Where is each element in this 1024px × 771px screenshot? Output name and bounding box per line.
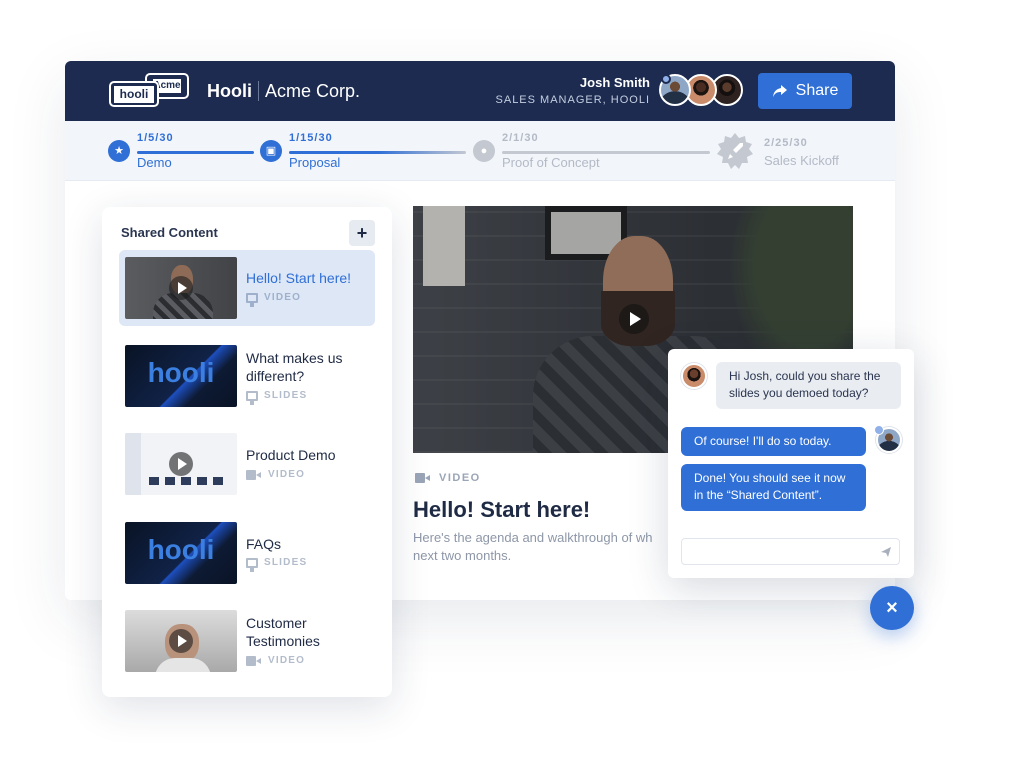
rocket-icon	[717, 133, 753, 169]
slides-thumbnail: hooli	[125, 522, 237, 584]
video-thumbnail	[125, 257, 237, 319]
description-line: next two months.	[413, 548, 512, 563]
hooli-logo: hooli	[109, 81, 159, 107]
milestone-date: 2/1/30	[502, 132, 539, 144]
content-item-product-demo[interactable]: Product Demo VIDEO	[119, 426, 375, 502]
video-icon	[246, 469, 262, 480]
milestone-progress	[137, 151, 254, 154]
description-line: Here's the agenda and walkthrough of wh	[413, 530, 653, 545]
slides-thumbnail: hooli	[125, 345, 237, 407]
content-item-hello[interactable]: Hello! Start here! VIDEO	[119, 250, 375, 326]
milestone-name[interactable]: Proposal	[289, 155, 340, 170]
milestone-date: 2/25/30	[764, 137, 808, 149]
slides-icon	[246, 557, 258, 572]
play-icon	[169, 452, 193, 476]
content-type-text: VIDEO	[268, 655, 306, 666]
play-icon	[169, 629, 193, 653]
video-type-label: VIDEO	[415, 472, 481, 484]
send-icon[interactable]	[880, 546, 892, 558]
content-type-text: VIDEO	[268, 469, 306, 480]
video-title: Hello! Start here!	[413, 497, 591, 522]
content-item-faqs[interactable]: hooli FAQs SLIDES	[119, 515, 375, 591]
person-icon: ●	[473, 140, 495, 162]
chat-message-outgoing: Done! You should see it now in the “Shar…	[681, 464, 866, 511]
content-item-type: SLIDES	[246, 557, 308, 572]
share-button[interactable]: Share	[758, 73, 852, 109]
shared-content-title: Shared Content	[121, 225, 218, 240]
shared-content-panel: Shared Content + Hello! Start here! VIDE…	[102, 207, 392, 697]
chat-message-incoming: Hi Josh, could you share the slides you …	[716, 362, 901, 409]
milestone-date: 1/15/30	[289, 132, 333, 144]
play-icon	[169, 276, 193, 300]
milestone-name[interactable]: Proof of Concept	[502, 155, 600, 170]
content-item-different[interactable]: hooli What makes us different? SLIDES	[119, 338, 375, 414]
document-icon: ▣	[260, 140, 282, 162]
content-type-text: SLIDES	[264, 390, 308, 401]
video-description: Here's the agenda and walkthrough of wh …	[413, 529, 668, 565]
brand-title: Hooli Acme Corp.	[207, 81, 360, 102]
play-icon[interactable]	[619, 304, 649, 334]
content-item-title: FAQs	[246, 536, 282, 552]
content-item-testimonies[interactable]: Customer Testimonies VIDEO	[119, 603, 375, 679]
online-indicator	[661, 74, 671, 84]
content-item-type: SLIDES	[246, 390, 308, 405]
page: Acme hooli Hooli Acme Corp. Josh Smith SA…	[0, 0, 1024, 771]
star-icon: ★	[108, 140, 130, 162]
participant-avatars[interactable]	[659, 74, 749, 108]
content-type-text: VIDEO	[264, 292, 302, 303]
content-item-title: Hello! Start here!	[246, 270, 352, 286]
content-item-title: What makes us different?	[246, 350, 343, 384]
top-bar: Acme hooli Hooli Acme Corp. Josh Smith SA…	[65, 61, 895, 121]
video-icon	[246, 655, 262, 666]
content-item-title: Customer Testimonies	[246, 615, 320, 649]
add-content-button[interactable]: +	[349, 220, 375, 246]
milestone-progress	[502, 151, 710, 154]
video-icon	[415, 473, 431, 483]
milestone-name[interactable]: Demo	[137, 155, 172, 170]
content-item-title: Product Demo	[246, 447, 336, 463]
content-type-text: SLIDES	[264, 557, 308, 568]
chat-input[interactable]	[681, 538, 900, 565]
share-arrow-icon	[772, 85, 787, 97]
thumbnail-logo-text: hooli	[147, 357, 215, 388]
video-thumbnail	[125, 433, 237, 495]
content-item-type: VIDEO	[246, 292, 302, 307]
user-role: SALES MANAGER, HOOLI	[495, 94, 650, 106]
slides-icon	[246, 292, 258, 307]
user-name: Josh Smith	[579, 75, 650, 90]
video-thumbnail	[125, 610, 237, 672]
thumbnail-logo-text: hooli	[147, 534, 215, 565]
combined-logo: Acme hooli	[109, 73, 191, 109]
video-type-text: VIDEO	[439, 472, 481, 484]
avatar	[874, 425, 902, 453]
brand-primary: Hooli	[207, 81, 252, 101]
share-label: Share	[795, 82, 839, 99]
milestone-date: 1/5/30	[137, 132, 174, 144]
content-item-type: VIDEO	[246, 655, 305, 666]
chat-message-outgoing: Of course! I'll do so today.	[681, 427, 866, 456]
content-item-type: VIDEO	[246, 469, 305, 480]
slides-icon	[246, 390, 258, 405]
avatar	[681, 363, 707, 389]
brand-divider	[258, 81, 259, 101]
deal-progress: ★ 1/5/30 Demo ▣ 1/15/30 Proposal ● 2/1/3…	[65, 121, 895, 181]
milestone-name[interactable]: Sales Kickoff	[764, 153, 839, 168]
hooli-logo-text: hooli	[114, 86, 154, 103]
brand-secondary: Acme Corp.	[265, 81, 361, 101]
close-chat-button[interactable]: ×	[870, 586, 914, 630]
milestone-progress	[289, 151, 466, 154]
chat-window: Hi Josh, could you share the slides you …	[668, 349, 914, 578]
